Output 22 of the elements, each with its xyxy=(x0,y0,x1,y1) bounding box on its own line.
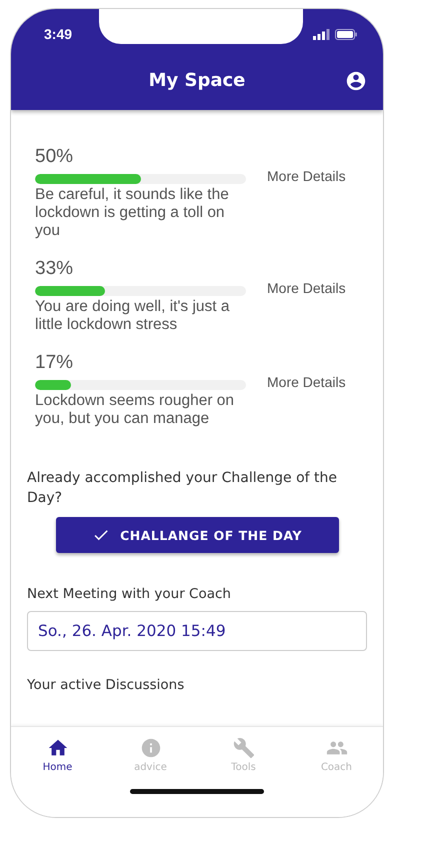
signal-icon xyxy=(313,28,330,40)
info-icon xyxy=(140,737,162,759)
percent-label: 50% xyxy=(35,146,74,168)
score-description: Lockdown seems rougher on you, but you can manage xyxy=(35,392,236,428)
more-details-link[interactable]: More Details xyxy=(267,168,346,184)
account-icon[interactable] xyxy=(345,70,367,92)
status-time: 3:49 xyxy=(44,26,72,42)
score-description: You are doing well, it's just a little lockdown stress xyxy=(35,298,231,334)
date-field[interactable]: So., 26. Apr. 2020 15:49 xyxy=(27,611,367,651)
wrench-icon xyxy=(232,737,254,759)
section-heading: Your active Discussions xyxy=(27,677,186,693)
page-title: My Space xyxy=(148,70,246,91)
battery-icon xyxy=(335,28,357,40)
challenge-button[interactable]: CHALLANGE OF THE DAY xyxy=(56,517,338,553)
percent-label: 33% xyxy=(35,258,74,280)
challenge-question: Already accomplished your Challenge of the Day? xyxy=(27,469,338,508)
percent-label: 17% xyxy=(35,352,74,374)
nav-tab[interactable]: Home xyxy=(42,762,72,773)
more-details-link[interactable]: More Details xyxy=(267,280,346,296)
meeting-label: Next Meeting with your Coach xyxy=(27,586,232,602)
more-details-link[interactable]: More Details xyxy=(267,374,346,390)
score-description: Be careful, it sounds like the lockdown is getting a toll on you xyxy=(35,186,230,240)
